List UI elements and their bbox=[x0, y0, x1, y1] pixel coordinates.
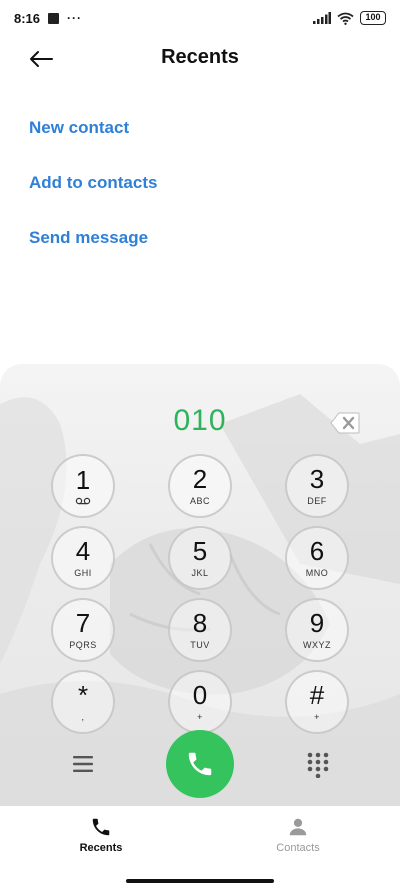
key-letters: TUV bbox=[190, 640, 210, 650]
backspace-icon bbox=[330, 412, 360, 434]
backspace-button[interactable] bbox=[330, 412, 360, 434]
menu-button[interactable] bbox=[71, 752, 95, 776]
status-time: 8:16 bbox=[14, 10, 41, 26]
key-digit: 9 bbox=[309, 608, 325, 638]
key-6[interactable]: 6 MNO bbox=[285, 526, 349, 590]
notification-square-icon bbox=[48, 12, 60, 24]
key-letters: + bbox=[314, 712, 320, 722]
tab-recents-label: Recents bbox=[79, 842, 123, 854]
key-digit: 7 bbox=[75, 608, 91, 638]
key-letters: ABC bbox=[189, 496, 210, 506]
key-digit: 4 bbox=[75, 536, 91, 566]
status-left: 8:16 ··· bbox=[14, 11, 82, 26]
key-5[interactable]: 5 JKL bbox=[168, 526, 232, 590]
key-2[interactable]: 2 ABC bbox=[168, 454, 232, 518]
contact-actions: New contact Add to contacts Send message bbox=[29, 113, 157, 278]
key-4[interactable]: 4 GHI bbox=[51, 526, 115, 590]
voicemail-icon bbox=[75, 497, 91, 505]
bottom-navigation: Recents Contacts bbox=[0, 806, 400, 868]
add-to-contacts-link[interactable]: Add to contacts bbox=[29, 168, 157, 223]
phone-icon bbox=[188, 752, 212, 776]
more-notifications-icon: ··· bbox=[67, 11, 83, 25]
key-letters: , bbox=[81, 712, 85, 722]
key-letters: JKL bbox=[191, 568, 209, 578]
status-right: 100 bbox=[313, 11, 386, 25]
key-star[interactable]: * , bbox=[51, 670, 115, 734]
dialpad-toggle-button[interactable] bbox=[306, 752, 330, 779]
key-7[interactable]: 7 PQRS bbox=[51, 598, 115, 662]
key-1[interactable]: 1 bbox=[51, 454, 115, 518]
tab-contacts[interactable]: Contacts bbox=[238, 816, 358, 854]
key-8[interactable]: 8 TUV bbox=[168, 598, 232, 662]
key-letters: DEF bbox=[307, 496, 327, 506]
wifi-icon bbox=[337, 12, 354, 25]
key-digit: # bbox=[309, 680, 325, 710]
dialpad-grid-icon bbox=[307, 752, 329, 779]
person-icon bbox=[289, 818, 307, 836]
key-digit: 2 bbox=[192, 464, 208, 494]
key-0[interactable]: 0 + bbox=[168, 670, 232, 734]
key-hash[interactable]: # + bbox=[285, 670, 349, 734]
key-digit: 5 bbox=[192, 536, 208, 566]
send-message-link[interactable]: Send message bbox=[29, 223, 157, 278]
signal-icon bbox=[313, 12, 331, 24]
key-9[interactable]: 9 WXYZ bbox=[285, 598, 349, 662]
key-letters: PQRS bbox=[69, 640, 97, 650]
battery-indicator: 100 bbox=[360, 11, 386, 25]
page-title: Recents bbox=[161, 46, 239, 68]
key-digit: * bbox=[77, 680, 89, 710]
key-digit: 1 bbox=[75, 465, 91, 495]
key-letters: WXYZ bbox=[303, 640, 331, 650]
new-contact-link[interactable]: New contact bbox=[29, 113, 157, 168]
key-digit: 6 bbox=[309, 536, 325, 566]
hamburger-menu-icon bbox=[73, 756, 93, 772]
status-bar: 8:16 ··· 100 bbox=[0, 0, 400, 36]
key-3[interactable]: 3 DEF bbox=[285, 454, 349, 518]
tab-contacts-label: Contacts bbox=[276, 842, 320, 854]
call-button[interactable] bbox=[166, 730, 234, 798]
tab-recents[interactable]: Recents bbox=[41, 816, 161, 854]
key-letters: GHI bbox=[74, 568, 92, 578]
dialer-controls bbox=[0, 730, 400, 800]
key-digit: 3 bbox=[309, 464, 325, 494]
app-header: Recents bbox=[0, 36, 400, 82]
key-digit: 0 bbox=[192, 680, 208, 710]
home-indicator[interactable] bbox=[126, 879, 274, 883]
phone-icon bbox=[92, 818, 110, 836]
key-letters: MNO bbox=[305, 568, 329, 578]
key-letters: + bbox=[197, 712, 203, 722]
dialer-panel: 010 1 2 ABC 3 DEF 4 GHI 5 JKL 6 MNO 7 PQ… bbox=[0, 364, 400, 806]
key-digit: 8 bbox=[192, 608, 208, 638]
